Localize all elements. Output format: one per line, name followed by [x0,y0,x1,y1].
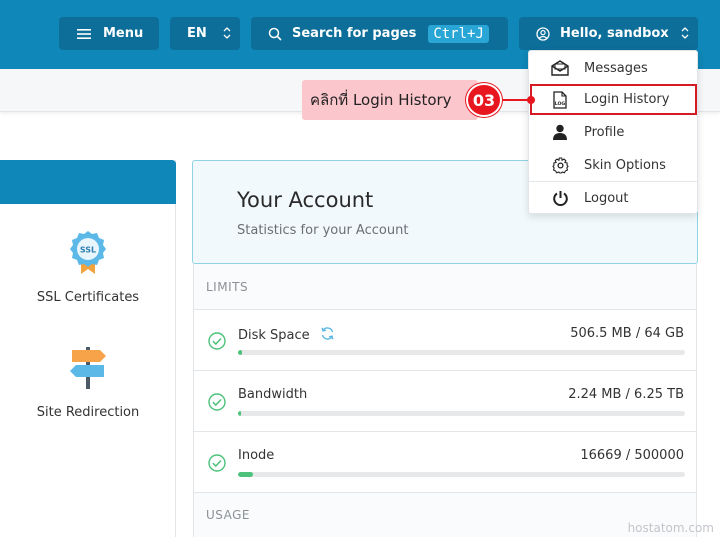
user-circle-icon [536,26,550,41]
menu-item-login-history[interactable]: LOG Login History [530,84,697,115]
callout-text: คลิกที่ Login History [310,91,452,109]
gear-icon [550,155,570,175]
menu-item-label: Login History [584,92,670,107]
user-greeting: Hello, sandbox [560,26,669,41]
search-icon [268,27,282,41]
site-redirection-item[interactable]: Site Redirection [0,345,176,420]
instruction-callout: คลิกที่ Login History [302,80,478,120]
watermark: hostatom.com [627,521,714,535]
limit-progress-fill [238,350,242,355]
menu-label: Menu [103,26,144,41]
menu-item-profile[interactable]: Profile [529,116,697,148]
ssl-certificates-label: SSL Certificates [36,290,140,305]
limit-name: Bandwidth [238,387,308,402]
menu-item-messages[interactable]: Messages [529,52,697,84]
search-button[interactable]: Search for pages Ctrl+J [251,17,508,50]
language-label: EN [187,26,207,41]
updown-chevron-icon [681,27,689,39]
limit-row-inode: Inode 16669 / 500000 [194,431,696,492]
search-label: Search for pages [292,26,417,41]
account-subtitle: Statistics for your Account [237,223,409,238]
account-title: Your Account [237,188,374,212]
limit-progress-bar [238,411,685,416]
usage-heading: USAGE [206,508,251,522]
callout-connector [502,96,535,104]
limit-value: 16669 / 500000 [580,448,684,463]
check-circle-icon [208,332,226,354]
search-shortcut-badge: Ctrl+J [428,24,489,43]
envelope-icon [550,58,570,78]
limit-value: 2.24 MB / 6.25 TB [568,387,684,402]
limit-progress-bar [238,472,685,477]
check-circle-icon [208,454,226,476]
signpost-icon [0,345,176,391]
menu-button[interactable]: Menu [59,17,159,50]
refresh-icon[interactable] [320,326,335,345]
ssl-badge-icon: SSL [0,230,176,276]
usage-section: USAGE [194,492,696,537]
menu-item-logout[interactable]: Logout [529,182,697,214]
log-file-icon: LOG [550,90,570,110]
limit-row-disk: Disk Space 506.5 MB / 64 GB [194,309,696,370]
hamburger-icon [77,28,91,40]
step-badge: 03 [466,83,502,117]
menu-item-label: Logout [584,190,629,206]
svg-text:SSL: SSL [80,246,96,255]
limit-progress-fill [238,472,253,477]
limit-name: Disk Space [238,328,310,343]
menu-item-label: Profile [584,124,625,140]
limit-value: 506.5 MB / 64 GB [570,326,684,341]
limit-progress-bar [238,350,685,355]
check-circle-icon [208,393,226,415]
updown-chevron-icon [223,27,231,39]
limits-panel: LIMITS Disk Space 506.5 MB / 64 GB Bandw… [193,264,697,537]
ssl-certificates-item[interactable]: SSL SSL Certificates [0,230,176,305]
site-redirection-label: Site Redirection [36,405,140,420]
person-icon [550,122,570,142]
menu-item-label: Skin Options [584,157,666,173]
limits-heading: LIMITS [206,280,249,294]
user-dropdown-menu: Messages LOG Login History Profile Skin … [528,50,698,214]
left-panel: SSL SSL Certificates Site Redirection [0,160,176,537]
limit-progress-fill [238,411,241,416]
menu-item-label: Messages [584,60,648,76]
menu-item-skin-options[interactable]: Skin Options [529,149,697,181]
left-panel-header [0,160,176,204]
user-menu-button[interactable]: Hello, sandbox [519,17,698,50]
svg-text:LOG: LOG [555,101,566,107]
limit-name: Inode [238,448,275,463]
power-icon [550,188,570,208]
language-select[interactable]: EN [170,17,240,50]
limit-row-bandwidth: Bandwidth 2.24 MB / 6.25 TB [194,370,696,431]
